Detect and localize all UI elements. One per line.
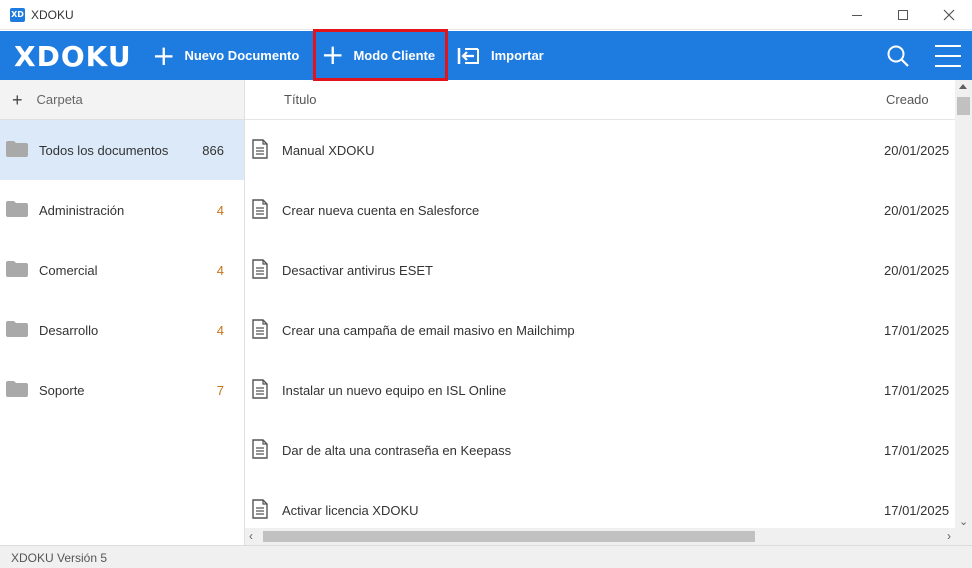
sidebar-folder-item[interactable]: Todos los documentos 866 xyxy=(0,120,244,180)
logo-text: XDOKU xyxy=(14,39,132,73)
window-title: XDOKU xyxy=(31,8,74,22)
document-list: Título Creado Manual XDOKU 20/01/2025 Crea… xyxy=(245,80,972,545)
folder-icon xyxy=(6,261,28,277)
folder-icon xyxy=(6,321,28,337)
document-icon xyxy=(252,499,268,519)
plus-icon: + xyxy=(321,38,345,71)
minimize-button[interactable] xyxy=(834,0,880,30)
window-titlebar: XD XDOKU xyxy=(0,0,972,30)
document-row[interactable]: Activar licencia XDOKU 17/01/2025 xyxy=(245,480,955,528)
document-icon xyxy=(252,199,268,219)
client-mode-label: Modo Cliente xyxy=(353,47,436,63)
client-mode-button[interactable]: + Modo Cliente xyxy=(313,29,448,81)
folder-label: Administración xyxy=(39,202,125,218)
folder-icon xyxy=(6,141,28,157)
status-bar: XDOKU Versión 5 xyxy=(0,545,972,568)
document-title: Manual XDOKU xyxy=(282,143,375,158)
sidebar-folder-item[interactable]: Soporte 7 xyxy=(0,360,244,420)
close-icon xyxy=(943,9,955,21)
minimize-icon xyxy=(852,14,862,16)
document-icon xyxy=(252,379,268,399)
sidebar-folder-item[interactable]: Desarrollo 4 xyxy=(0,300,244,360)
document-icon xyxy=(252,139,268,159)
folder-count: 4 xyxy=(216,262,224,278)
scroll-left-icon[interactable]: ‹ xyxy=(249,529,253,543)
document-title: Crear nueva cuenta en Salesforce xyxy=(282,203,480,218)
scroll-up-icon[interactable] xyxy=(959,84,967,89)
import-label: Importar xyxy=(491,48,544,63)
folder-label: Desarrollo xyxy=(39,322,99,338)
document-title: Instalar un nuevo equipo en ISL Online xyxy=(282,383,507,398)
vertical-scroll-thumb[interactable] xyxy=(957,97,970,115)
document-title: Activar licencia XDOKU xyxy=(282,503,419,518)
document-rows: Manual XDOKU 20/01/2025 Crear nueva cuenta… xyxy=(245,120,955,528)
document-row[interactable]: Instalar un nuevo equipo en ISL Online 17… xyxy=(245,360,955,420)
document-row[interactable]: Manual XDOKU 20/01/2025 xyxy=(245,120,955,180)
document-row[interactable]: Dar de alta una contraseña en Keepass 17/… xyxy=(245,420,955,480)
folder-sidebar: + Carpeta Todos los documentos 866 Adminis… xyxy=(0,80,245,545)
document-date: 20/01/2025 xyxy=(884,203,950,218)
folder-count: 4 xyxy=(216,322,224,338)
version-label: XDOKU Versión 5 xyxy=(11,551,108,565)
plus-icon: + xyxy=(152,38,176,72)
document-icon xyxy=(252,439,268,459)
column-title[interactable]: Título xyxy=(284,92,317,107)
new-document-button[interactable]: + Nuevo Documento xyxy=(152,31,299,80)
import-button[interactable]: Importar xyxy=(457,31,544,80)
list-header: Título Creado xyxy=(245,80,955,120)
folder-header-label: Carpeta xyxy=(36,92,83,107)
folder-icon xyxy=(6,381,28,397)
horizontal-scrollbar[interactable]: ‹ › xyxy=(245,528,955,545)
document-row[interactable]: Crear nueva cuenta en Salesforce 20/01/20… xyxy=(245,180,955,240)
folder-icon xyxy=(6,201,28,217)
maximize-button[interactable] xyxy=(880,0,926,30)
document-date: 17/01/2025 xyxy=(884,443,950,458)
app-logo: XDOKU xyxy=(14,39,132,73)
folder-count: 7 xyxy=(216,382,224,398)
hamburger-menu-icon[interactable] xyxy=(935,45,961,67)
folder-label: Todos los documentos xyxy=(39,142,169,158)
document-icon xyxy=(252,319,268,339)
plus-icon: + xyxy=(12,89,23,110)
new-document-label: Nuevo Documento xyxy=(184,48,300,63)
folder-count: 4 xyxy=(216,202,224,218)
folder-label: Soporte xyxy=(39,382,85,398)
document-row[interactable]: Desactivar antivirus ESET 20/01/2025 xyxy=(245,240,955,300)
scroll-down-icon[interactable]: ⌄ xyxy=(959,515,968,528)
document-date: 20/01/2025 xyxy=(884,263,950,278)
horizontal-scroll-thumb[interactable] xyxy=(263,531,755,542)
document-date: 20/01/2025 xyxy=(884,143,950,158)
close-button[interactable] xyxy=(926,0,972,30)
document-date: 17/01/2025 xyxy=(884,503,950,518)
scroll-right-icon[interactable]: › xyxy=(947,529,951,543)
maximize-icon xyxy=(898,10,908,20)
document-title: Dar de alta una contraseña en Keepass xyxy=(282,443,512,458)
document-icon xyxy=(252,259,268,279)
sidebar-folder-item[interactable]: Administración 4 xyxy=(0,180,244,240)
folder-label: Comercial xyxy=(39,262,98,278)
search-icon[interactable] xyxy=(886,44,910,68)
import-icon xyxy=(457,47,479,64)
document-date: 17/01/2025 xyxy=(884,323,950,338)
scrollbar-corner xyxy=(955,528,972,545)
document-date: 17/01/2025 xyxy=(884,383,950,398)
document-title: Desactivar antivirus ESET xyxy=(282,263,433,278)
app-icon: XD xyxy=(10,8,25,22)
folder-count: 866 xyxy=(202,142,224,158)
document-title: Crear una campaña de email masivo en Mai… xyxy=(282,323,575,338)
column-created[interactable]: Creado xyxy=(886,92,929,107)
add-folder-button[interactable]: + Carpeta xyxy=(0,80,244,120)
document-row[interactable]: Crear una campaña de email masivo en Mai… xyxy=(245,300,955,360)
vertical-scrollbar[interactable] xyxy=(955,80,972,528)
main-toolbar: XDOKU + Nuevo Documento + Modo Cliente I… xyxy=(0,29,972,81)
sidebar-folder-item[interactable]: Comercial 4 xyxy=(0,240,244,300)
